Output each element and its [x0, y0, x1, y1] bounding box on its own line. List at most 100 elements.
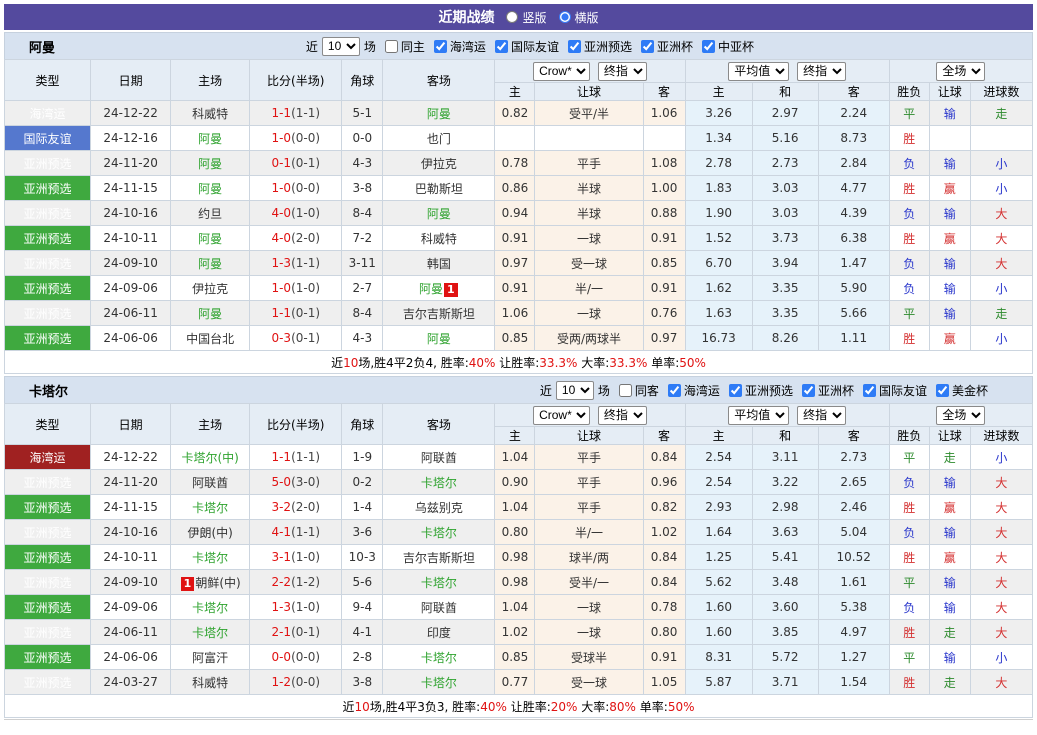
- team-label: 卡塔尔: [421, 676, 457, 690]
- horizontal-radio[interactable]: [559, 11, 571, 23]
- odds-text: 0.98: [502, 575, 529, 589]
- league-checkbox[interactable]: [863, 384, 876, 397]
- league-checkbox[interactable]: [434, 40, 447, 53]
- league-checkbox[interactable]: [568, 40, 581, 53]
- league-label: 海湾运: [684, 382, 720, 399]
- summary-text: 场,胜4平2负4, 胜率:: [358, 356, 468, 370]
- odds-text: 5.41: [772, 550, 799, 564]
- recent-label: 近: [306, 38, 318, 55]
- column-header: 客: [643, 427, 685, 445]
- odds-text: 1.64: [705, 525, 732, 539]
- goals-result-cell: 小: [970, 151, 1032, 176]
- away-team-cell: 卡塔尔: [383, 570, 495, 595]
- avg-home-odds: 1.25: [685, 545, 752, 570]
- result-text: 输: [944, 601, 956, 615]
- result-text: 胜: [903, 182, 915, 196]
- home-team-cell: 阿曼: [171, 301, 250, 326]
- bookmaker-select[interactable]: Crow*: [533, 62, 590, 81]
- layout-option-vertical[interactable]: 竖版: [506, 9, 546, 26]
- corner-text: 5-6: [352, 575, 372, 589]
- league-filter[interactable]: 亚洲杯: [797, 382, 856, 399]
- league-filter[interactable]: 海湾运: [663, 382, 722, 399]
- final-odds-select[interactable]: 终指: [598, 62, 647, 81]
- league-filter[interactable]: 亚洲预选: [563, 38, 634, 55]
- bookmaker-select[interactable]: Crow*: [533, 406, 590, 425]
- final-odds-select[interactable]: 终指: [598, 406, 647, 425]
- handicap-text: 半/一: [575, 526, 603, 540]
- match-row: 亚洲预选24-06-06中国台北0-3(0-1)4-3阿曼0.85受两/两球半0…: [5, 326, 1033, 351]
- away-team-cell: 也门: [383, 126, 495, 151]
- handicap-result-cell: 赢: [929, 176, 970, 201]
- league-filter[interactable]: 海湾运: [429, 38, 488, 55]
- avg-home-odds: 2.78: [685, 151, 752, 176]
- final-average-select[interactable]: 终指: [797, 62, 846, 81]
- recent-count-select[interactable]: 10: [556, 381, 594, 400]
- final-average-select[interactable]: 终指: [797, 406, 846, 425]
- vertical-radio[interactable]: [506, 11, 518, 23]
- summary-text: 近: [343, 700, 355, 714]
- corner-text: 2-7: [352, 281, 372, 295]
- away-team-cell: 伊拉克: [383, 151, 495, 176]
- league-label: 国际友谊: [511, 38, 559, 55]
- home-team-cell: 阿曼: [171, 226, 250, 251]
- corner-cell: 1-9: [342, 445, 383, 470]
- league-checkbox[interactable]: [936, 384, 949, 397]
- handicap-result-cell: 走: [929, 670, 970, 695]
- summary-text: 10: [355, 700, 370, 714]
- date-text: 24-09-10: [103, 575, 157, 589]
- avg-draw-odds: 5.41: [752, 545, 818, 570]
- page-container: 近期战绩 竖版 横版 阿曼 近10场同主海湾运国际友谊亚洲预选亚洲杯中亚杯 类型: [4, 4, 1033, 720]
- competition-badge: 亚洲预选: [5, 570, 91, 595]
- team-label: 约旦: [198, 207, 222, 221]
- league-filter[interactable]: 亚洲杯: [636, 38, 695, 55]
- halftime-score: (1-0): [291, 550, 320, 564]
- result-text: 胜: [903, 132, 915, 146]
- league-checkbox[interactable]: [802, 384, 815, 397]
- date-cell: 24-09-10: [91, 251, 171, 276]
- odds-text: 1.61: [840, 575, 867, 589]
- handicap-away-odds: [643, 126, 685, 151]
- odds-text: 0.77: [502, 675, 529, 689]
- avg-home-odds: 1.83: [685, 176, 752, 201]
- league-checkbox[interactable]: [668, 384, 681, 397]
- date-cell: 24-06-06: [91, 326, 171, 351]
- same-venue-checkbox[interactable]: [619, 384, 632, 397]
- odds-text: 0.86: [502, 181, 529, 195]
- league-filter[interactable]: 亚洲预选: [724, 382, 795, 399]
- team-label: 韩国: [427, 257, 451, 271]
- corner-text: 4-3: [352, 156, 372, 170]
- league-label: 中亚杯: [718, 38, 754, 55]
- competition-badge: 亚洲预选: [5, 645, 91, 670]
- same-venue-checkbox[interactable]: [385, 40, 398, 53]
- league-filter[interactable]: 国际友谊: [858, 382, 929, 399]
- column-header: 主: [495, 83, 535, 101]
- odds-text: 0.84: [651, 575, 678, 589]
- fulltime-score: 4-0: [271, 231, 291, 245]
- average-select[interactable]: 平均值: [728, 62, 789, 81]
- league-checkbox[interactable]: [729, 384, 742, 397]
- league-checkbox[interactable]: [495, 40, 508, 53]
- team-section-qatar: 卡塔尔 近10场同客海湾运亚洲预选亚洲杯国际友谊美金杯 类型 日期 主场 比分(…: [4, 376, 1033, 718]
- league-checkbox[interactable]: [702, 40, 715, 53]
- recent-count-select[interactable]: 10: [322, 37, 360, 56]
- league-filter[interactable]: 中亚杯: [697, 38, 756, 55]
- fulltime-select[interactable]: 全场: [936, 406, 985, 425]
- fulltime-score: 2-2: [271, 575, 291, 589]
- average-select[interactable]: 平均值: [728, 406, 789, 425]
- same-venue-filter[interactable]: 同主: [380, 38, 427, 55]
- avg-draw-odds: 5.16: [752, 126, 818, 151]
- odds-text: 3.94: [772, 256, 799, 270]
- layout-option-horizontal[interactable]: 横版: [559, 9, 599, 26]
- league-checkbox[interactable]: [641, 40, 654, 53]
- result-text: 胜: [903, 232, 915, 246]
- same-venue-filter[interactable]: 同客: [614, 382, 661, 399]
- league-label: 亚洲杯: [657, 38, 693, 55]
- avg-draw-odds: 3.35: [752, 301, 818, 326]
- league-filter[interactable]: 国际友谊: [490, 38, 561, 55]
- avg-home-odds: 1.62: [685, 276, 752, 301]
- avg-home-odds: 1.34: [685, 126, 752, 151]
- odds-text: 1.90: [705, 206, 732, 220]
- league-filter[interactable]: 美金杯: [931, 382, 990, 399]
- fulltime-select[interactable]: 全场: [936, 62, 985, 81]
- avg-draw-odds: 3.85: [752, 620, 818, 645]
